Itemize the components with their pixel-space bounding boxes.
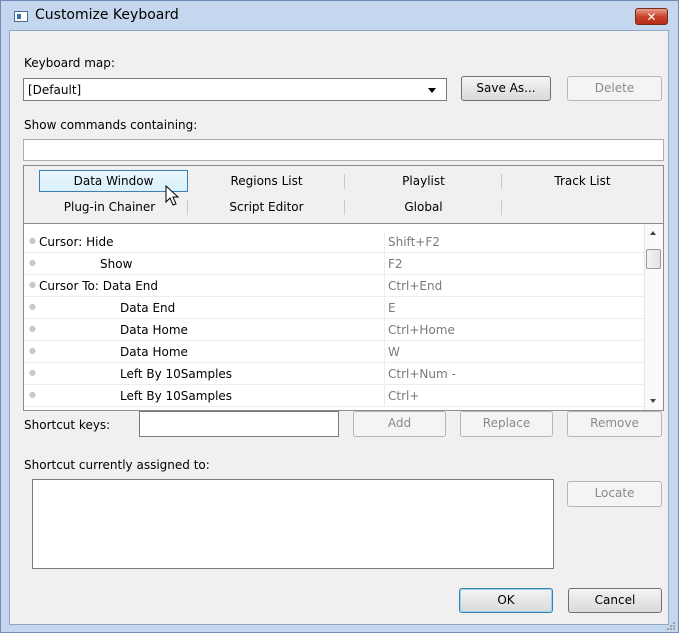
show-commands-label: Show commands containing: — [24, 118, 198, 132]
command-shortcut: W — [388, 345, 400, 359]
delete-button[interactable]: Delete — [567, 76, 662, 101]
command-shortcut: Shift+F2 — [388, 235, 440, 249]
command-shortcut: F2 — [388, 257, 403, 271]
bullet-icon: ● — [29, 346, 36, 355]
command-name: Show — [100, 257, 133, 271]
keyboard-map-label: Keyboard map: — [24, 56, 115, 70]
scroll-up-icon[interactable] — [650, 231, 656, 235]
cancel-button[interactable]: Cancel — [568, 588, 662, 613]
assigned-to-box — [32, 479, 554, 569]
command-name: Cursor: Hide — [39, 235, 114, 249]
add-button[interactable]: Add — [353, 411, 446, 437]
list-item[interactable]: ● Show F2 — [24, 253, 644, 275]
bullet-icon: ● — [29, 324, 36, 333]
command-name: Left By 10Samples — [120, 389, 233, 403]
bullet-icon: ● — [29, 236, 36, 245]
list-item[interactable]: ● Left By 10Samples Ctrl+Num - — [24, 363, 644, 385]
ok-button[interactable]: OK — [459, 588, 553, 613]
bullet-icon: ● — [29, 368, 36, 377]
list-item[interactable]: ● Data End E — [24, 297, 644, 319]
save-as-button[interactable]: Save As... — [461, 76, 551, 101]
command-shortcut: Ctrl+End — [388, 279, 443, 293]
tab-track-list[interactable]: Track List — [502, 170, 663, 192]
keyboard-map-select[interactable]: [Default] — [23, 78, 447, 101]
list-item[interactable]: ● Left By 10Samples Ctrl+ — [24, 385, 644, 407]
command-name: Left By 10Samples — [120, 367, 233, 381]
chevron-down-icon — [428, 88, 436, 93]
bullet-icon: ● — [29, 280, 36, 289]
command-shortcut: Ctrl+Home — [388, 323, 455, 337]
scroll-thumb[interactable] — [646, 249, 661, 269]
command-shortcut: Ctrl+ — [388, 389, 420, 403]
list-item[interactable]: ● Data Home Ctrl+Home — [24, 319, 644, 341]
shortcut-keys-input[interactable] — [139, 411, 339, 437]
command-filter-input[interactable] — [23, 139, 664, 161]
window-icon — [14, 11, 28, 22]
close-button[interactable]: ✕ — [635, 8, 668, 25]
bullet-icon: ● — [29, 390, 36, 399]
tab-script-editor[interactable]: Script Editor — [188, 196, 345, 218]
window-title: Customize Keyboard — [35, 7, 179, 23]
command-name: Data Home — [120, 323, 188, 337]
title-bar: Customize Keyboard ✕ — [1, 1, 678, 31]
command-shortcut: Ctrl+Num - — [388, 367, 456, 381]
command-name: Data Home — [120, 345, 188, 359]
keyboard-map-value: [Default] — [28, 83, 82, 97]
bullet-icon: ● — [29, 258, 36, 267]
vertical-scrollbar[interactable] — [644, 224, 663, 410]
tab-regions-list[interactable]: Regions List — [188, 170, 345, 192]
list-item[interactable]: ● Cursor To: Data End Ctrl+End — [24, 275, 644, 297]
list-item[interactable]: ● Cursor: Hide Shift+F2 — [24, 231, 644, 253]
tab-global[interactable]: Global — [345, 196, 502, 218]
shortcut-keys-label: Shortcut keys: — [24, 418, 111, 432]
tab-playlist[interactable]: Playlist — [345, 170, 502, 192]
mouse-pointer-icon — [165, 185, 180, 206]
command-list: ● Cursor: Hide Shift+F2 ● Show F2 ● Curs… — [23, 224, 664, 411]
locate-button[interactable]: Locate — [567, 481, 662, 507]
replace-button[interactable]: Replace — [460, 411, 553, 437]
command-name: Cursor To: Data End — [39, 279, 159, 293]
bullet-icon: ● — [29, 302, 36, 311]
scroll-down-icon[interactable] — [650, 399, 656, 403]
resize-grip-icon[interactable] — [667, 622, 675, 630]
command-name: Data End — [120, 301, 176, 315]
remove-button[interactable]: Remove — [567, 411, 662, 437]
list-item[interactable]: ● Data Home W — [24, 341, 644, 363]
shortcut-assigned-label: Shortcut currently assigned to: — [24, 458, 210, 472]
close-icon: ✕ — [646, 10, 657, 24]
context-tabs: Data Window Regions List Playlist Track … — [23, 165, 664, 224]
command-shortcut: E — [388, 301, 396, 315]
